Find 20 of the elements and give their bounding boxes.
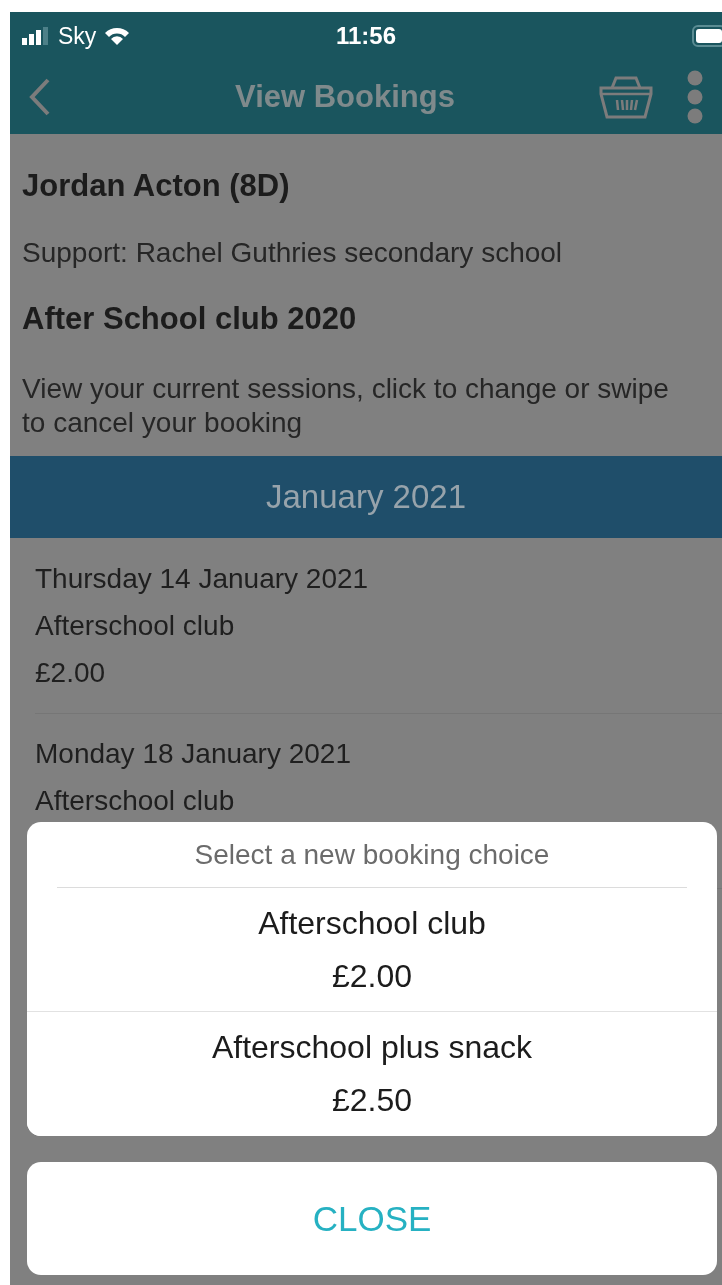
- back-icon[interactable]: [28, 77, 52, 117]
- page-title: View Bookings: [234, 79, 456, 115]
- battery-icon: [692, 25, 722, 47]
- booking-session[interactable]: Afterschool club: [35, 606, 722, 646]
- month-header: January 2021: [10, 456, 722, 538]
- wifi-icon: [104, 27, 131, 45]
- clock-time: 11:56: [335, 22, 397, 50]
- signal-icon: [22, 27, 50, 45]
- club-title: After School club 2020: [22, 300, 358, 338]
- booking-date[interactable]: Monday 18 January 2021: [35, 734, 722, 774]
- close-button[interactable]: CLOSE: [27, 1162, 717, 1275]
- student-name: Jordan Acton (8D): [22, 167, 291, 205]
- booking-price[interactable]: £2.00: [35, 653, 722, 693]
- basket-icon[interactable]: [598, 74, 654, 120]
- more-icon[interactable]: [686, 70, 704, 124]
- club-description: View your current sessions, click to change or swipe to cancel your booking: [22, 372, 670, 440]
- booking-session[interactable]: Afterschool club: [35, 781, 722, 821]
- support-text: Support: Rachel Guthries secondary school: [22, 236, 564, 270]
- booking-date[interactable]: Thursday 14 January 2021: [35, 559, 722, 599]
- carrier-name: Sky: [58, 22, 97, 50]
